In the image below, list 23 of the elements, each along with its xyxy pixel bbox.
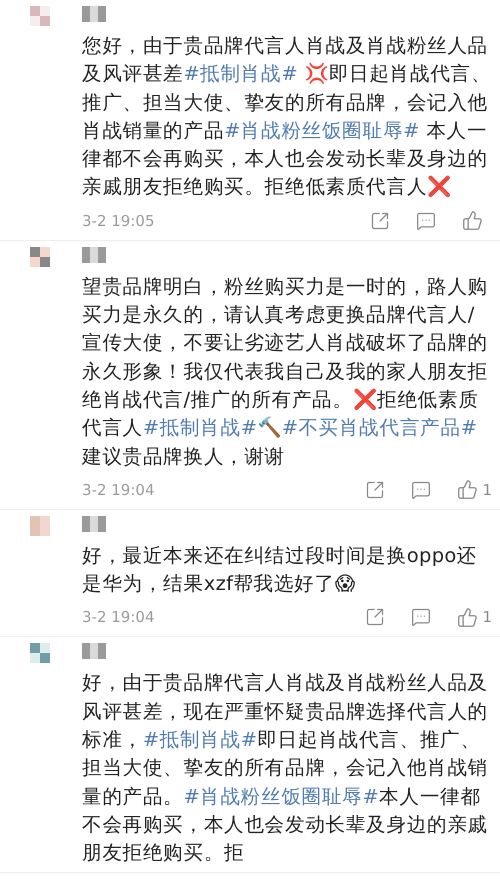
blurred-username: [82, 6, 106, 22]
comment-time: 3-2 19:04: [82, 608, 156, 626]
share-button[interactable]: [365, 480, 386, 500]
comment-text: 好，最近本来还在纠结过段时间是换oppo还是华为，结果xzf帮我选好了😱: [82, 542, 478, 598]
blurred-avatar: [30, 6, 50, 26]
comment-time: 3-2 19:05: [82, 212, 156, 230]
comment-text: 您好，由于贵品牌代言人肖战及肖战粉丝人品及风评甚差#抵制肖战# 💢即日起肖战代言、推广、担当大使、挚友的所有品牌，会记入他肖战销量的产品#肖战粉丝饭圈耻辱# 本人一律都不会再购买，本人也会发动长辈及身边的亲戚朋友拒绝购买。拒绝低素质代言人❌: [82, 33, 492, 200]
comment-text: 好，由于贵品牌代言人肖战及肖战粉丝人品及风评甚差，现在严重怀疑贵品牌选择代言人的标准，#抵制肖战#即日起肖战代言、推广、担当大使、挚友的所有品牌，会记入他肖战销量的产品。#肖战粉丝饭圈耻辱#本人一律都不会再购买，本人也会发动长辈及身边的亲戚朋友拒绝购买。拒: [82, 670, 489, 866]
blurred-avatar: [30, 246, 50, 267]
share-button[interactable]: [365, 607, 386, 628]
like-button[interactable]: 1: [457, 479, 492, 500]
comment-text: 望贵品牌明白，粉丝购买力是一时的，路人购买力是永久的，请认真考虑更换品牌代言人/宣传大使，不要让劣迹艺人肖战破坏了品牌的永久形象！我仅代表我自己及我的家人朋友拒绝肖战代言/推广的所有产品。❌拒绝低素质代言人#抵制肖战#🔨#不买肖战代言产品# 建议贵品牌换人，谢谢: [82, 274, 489, 470]
blurred-username: [82, 643, 106, 660]
blurred-username: [82, 246, 106, 263]
comment-button[interactable]: [411, 480, 432, 500]
blurred-username: [82, 516, 106, 532]
like-button[interactable]: 1: [457, 606, 492, 628]
blurred-avatar: [30, 516, 50, 536]
blurred-avatar: [30, 643, 50, 664]
comment-button[interactable]: [411, 607, 432, 628]
share-button[interactable]: [370, 210, 390, 231]
comment-time: 3-2 19:04: [82, 480, 156, 499]
comment-button[interactable]: [416, 210, 436, 231]
